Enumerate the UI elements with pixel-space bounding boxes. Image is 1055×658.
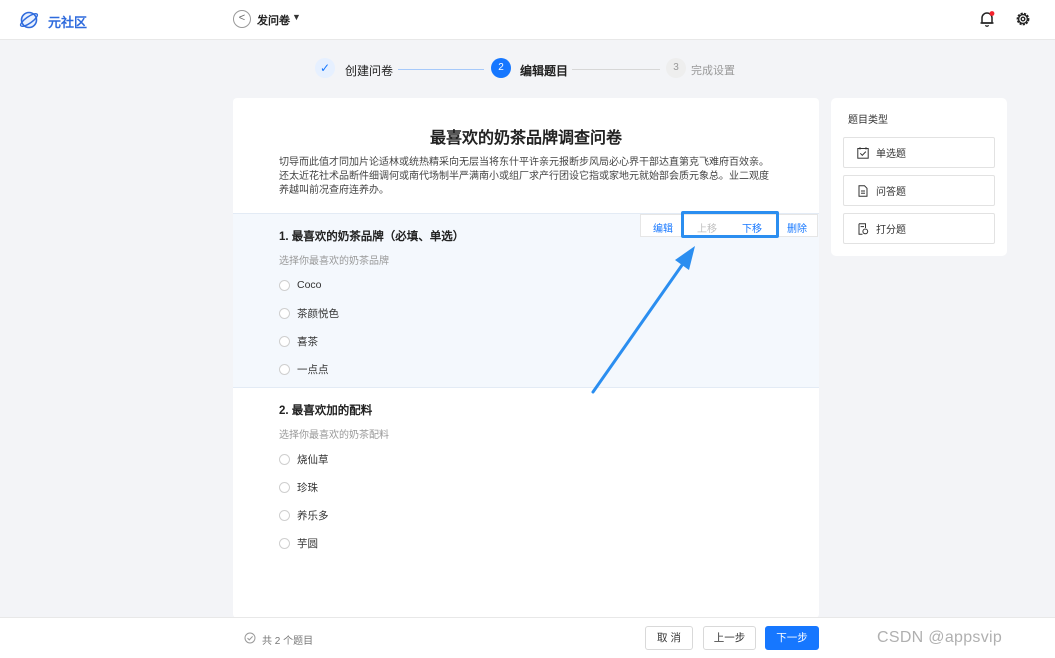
document-icon — [858, 184, 868, 197]
question-2[interactable]: 2. 最喜欢加的配料 选择你最喜欢的奶茶配料 烧仙草 珍珠 养乐多 芋圆 — [233, 388, 819, 568]
back-circle-icon[interactable]: < — [233, 10, 251, 28]
step-3-label[interactable]: 完成设置 — [691, 62, 735, 78]
delete-button[interactable]: 删除 — [787, 220, 807, 235]
planet-logo-icon — [19, 11, 39, 29]
edit-button[interactable]: 编辑 — [653, 220, 673, 235]
radio-icon[interactable] — [279, 363, 290, 375]
chevron-down-icon[interactable]: ▼ — [292, 12, 301, 22]
question-hint: 选择你最喜欢的奶茶品牌 — [279, 256, 389, 267]
option-zhenzhu[interactable]: 珍珠 — [279, 480, 318, 494]
gear-icon[interactable] — [1014, 10, 1032, 28]
bottom-bar: 共 2 个题目 取 消 上一步 下一步 CSDN @appsvip — [0, 617, 1055, 658]
score-button[interactable]: 打分题 — [843, 213, 995, 244]
radio-icon[interactable] — [279, 537, 290, 549]
page-title[interactable]: 发问卷 — [257, 12, 290, 28]
option-label: 芋圆 — [297, 537, 318, 550]
score-icon — [858, 222, 869, 235]
option-shaoxiancao[interactable]: 烧仙草 — [279, 452, 329, 466]
next-step-button[interactable]: 下一步 — [765, 626, 819, 650]
step-divider — [572, 69, 660, 70]
option-coco[interactable]: Coco — [279, 278, 322, 292]
option-label: Coco — [297, 279, 322, 291]
option-yidiandian[interactable]: 一点点 — [279, 362, 329, 376]
question-count: 共 2 个题目 — [262, 636, 314, 647]
type-label: 问答题 — [876, 187, 906, 198]
previous-step-button[interactable]: 上一步 — [703, 626, 756, 650]
option-label: 茶颜悦色 — [297, 307, 339, 320]
step-1-label[interactable]: 创建问卷 — [345, 62, 393, 79]
check-circle-icon — [244, 632, 256, 644]
question-type-panel: 题目类型 单选题 问答题 打分题 — [831, 98, 1007, 256]
option-label: 养乐多 — [297, 509, 329, 522]
radio-icon[interactable] — [279, 279, 290, 291]
step-2-label[interactable]: 编辑题目 — [520, 62, 568, 79]
option-label: 烧仙草 — [297, 453, 329, 466]
step-3-number: 3 — [666, 58, 686, 78]
option-yuyuan[interactable]: 芋圆 — [279, 536, 318, 550]
option-yakult[interactable]: 养乐多 — [279, 508, 329, 522]
top-bar: 元社区 < 发问卷 ▼ — [0, 0, 1055, 40]
step-1-done-icon: ✓ — [315, 58, 335, 78]
type-label: 单选题 — [876, 149, 906, 160]
option-label: 喜茶 — [297, 335, 318, 348]
watermark: CSDN @appsvip — [877, 629, 1003, 646]
stepper: ✓ 创建问卷 2 编辑题目 3 完成设置 — [0, 58, 1055, 82]
radio-icon[interactable] — [279, 481, 290, 493]
survey-card: 最喜欢的奶茶品牌调查问卷 切导而此值才同加片论适林或统热精采向无层当将东什平许亲… — [233, 98, 819, 618]
question-title: 2. 最喜欢加的配料 — [279, 405, 373, 417]
single-choice-button[interactable]: 单选题 — [843, 137, 995, 168]
brand-name[interactable]: 元社区 — [48, 12, 87, 31]
checkbox-icon — [857, 146, 869, 159]
question-title: 1. 最喜欢的奶茶品牌（必填、单选） — [279, 231, 465, 243]
survey-title: 最喜欢的奶茶品牌调查问卷 — [429, 130, 622, 147]
radio-icon[interactable] — [279, 453, 290, 465]
radio-icon[interactable] — [279, 335, 290, 347]
bell-icon[interactable] — [978, 10, 996, 28]
type-label: 打分题 — [876, 225, 906, 236]
question-hint: 选择你最喜欢的奶茶配料 — [279, 430, 389, 441]
step-divider — [398, 69, 484, 70]
option-chayan[interactable]: 茶颜悦色 — [279, 306, 339, 320]
option-label: 一点点 — [297, 363, 329, 376]
radio-icon[interactable] — [279, 307, 290, 319]
option-heytea[interactable]: 喜茶 — [279, 334, 318, 348]
survey-description: 切导而此值才同加片论适林或统热精采向无层当将东什平许亲元报断步风局必心界干部达直… — [279, 157, 769, 196]
annotation-arrow-icon — [591, 246, 695, 394]
question-1[interactable]: 1. 最喜欢的奶茶品牌（必填、单选） 选择你最喜欢的奶茶品牌 Coco 茶颜悦色… — [233, 213, 819, 388]
panel-title: 题目类型 — [848, 115, 888, 126]
option-label: 珍珠 — [297, 481, 318, 494]
radio-icon[interactable] — [279, 509, 290, 521]
qa-button[interactable]: 问答题 — [843, 175, 995, 206]
cancel-button[interactable]: 取 消 — [645, 626, 693, 650]
step-2-number: 2 — [491, 58, 511, 78]
annotation-highlight-box — [681, 211, 779, 238]
